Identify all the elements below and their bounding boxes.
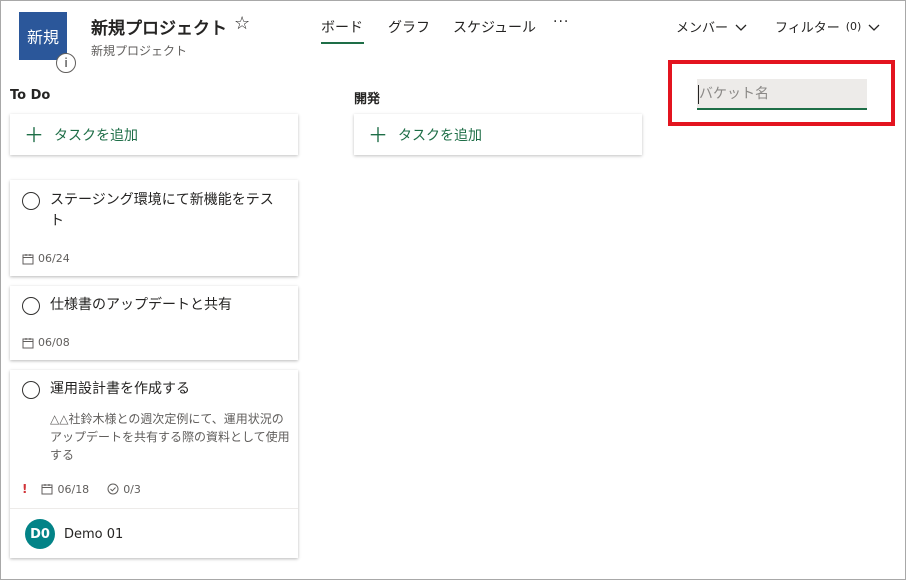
filter-count: (0) bbox=[845, 20, 862, 33]
due-date: 06/24 bbox=[38, 252, 70, 265]
new-bucket-name-input[interactable] bbox=[697, 79, 867, 110]
complete-task-checkbox[interactable] bbox=[22, 297, 40, 315]
project-info-icon[interactable]: i bbox=[56, 53, 76, 73]
more-options-icon[interactable]: ··· bbox=[553, 14, 569, 30]
task-card[interactable]: 運用設計書を作成する △△社鈴木様との週次定例にて、運用状況のアップデートを共有… bbox=[10, 370, 298, 558]
calendar-icon bbox=[41, 484, 53, 495]
checklist-icon bbox=[107, 483, 119, 495]
task-title: 仕様書のアップデートと共有 bbox=[50, 297, 232, 313]
task-meta: 06/08 bbox=[22, 336, 70, 349]
add-task-button-dev[interactable]: ＋ タスクを追加 bbox=[354, 114, 642, 155]
checklist-progress: 0/3 bbox=[123, 482, 141, 496]
complete-task-checkbox[interactable] bbox=[22, 381, 40, 399]
project-logo[interactable]: 新規 bbox=[19, 12, 67, 60]
filter-dropdown[interactable]: フィルター (0) bbox=[775, 17, 881, 36]
due-date: 06/08 bbox=[38, 336, 70, 349]
members-label: メンバー bbox=[676, 21, 729, 36]
members-dropdown[interactable]: メンバー bbox=[676, 17, 748, 36]
active-tab-indicator bbox=[321, 42, 364, 44]
task-meta: ! 06/18 0/3 bbox=[22, 482, 141, 496]
project-logo-text: 新規 bbox=[26, 28, 59, 47]
add-task-button-todo[interactable]: ＋ タスクを追加 bbox=[10, 114, 298, 155]
plus-icon: ＋ bbox=[368, 122, 388, 147]
task-card[interactable]: 仕様書のアップデートと共有 06/08 bbox=[10, 286, 298, 360]
task-description: △△社鈴木様との週次定例にて、運用状況のアップデートを共有する際の資料として使用… bbox=[50, 412, 290, 462]
task-title: 運用設計書を作成する bbox=[50, 381, 190, 397]
task-title: ステージング環境にて新機能をテスト bbox=[50, 192, 274, 229]
favorite-star-icon[interactable]: ☆ bbox=[234, 13, 250, 34]
info-glyph: i bbox=[64, 56, 68, 70]
task-meta: 06/24 bbox=[22, 252, 70, 265]
project-subtitle: 新規プロジェクト bbox=[91, 44, 188, 58]
plus-icon: ＋ bbox=[24, 122, 44, 147]
filter-label: フィルター bbox=[775, 21, 840, 36]
calendar-icon bbox=[22, 337, 34, 348]
tab-schedule[interactable]: スケジュール bbox=[453, 17, 536, 37]
assignee-name: Demo 01 bbox=[64, 527, 124, 542]
calendar-icon bbox=[22, 253, 34, 264]
chevron-down-icon bbox=[735, 24, 747, 31]
avatar[interactable]: D0 bbox=[25, 519, 55, 549]
important-icon: ! bbox=[22, 482, 28, 496]
bucket-title-dev[interactable]: 開発 bbox=[354, 88, 380, 107]
project-title[interactable]: 新規プロジェクト bbox=[91, 14, 227, 39]
add-task-label: タスクを追加 bbox=[54, 127, 138, 144]
chevron-down-icon bbox=[868, 24, 880, 31]
due-date: 06/18 bbox=[57, 482, 90, 496]
tab-charts[interactable]: グラフ bbox=[388, 17, 430, 37]
card-divider bbox=[10, 508, 298, 509]
task-card[interactable]: ステージング環境にて新機能をテスト 06/24 bbox=[10, 180, 298, 276]
bucket-title-todo[interactable]: To Do bbox=[10, 88, 50, 103]
add-task-label: タスクを追加 bbox=[398, 127, 482, 144]
tab-board[interactable]: ボード bbox=[321, 17, 363, 37]
complete-task-checkbox[interactable] bbox=[22, 192, 40, 210]
text-caret bbox=[698, 85, 699, 104]
